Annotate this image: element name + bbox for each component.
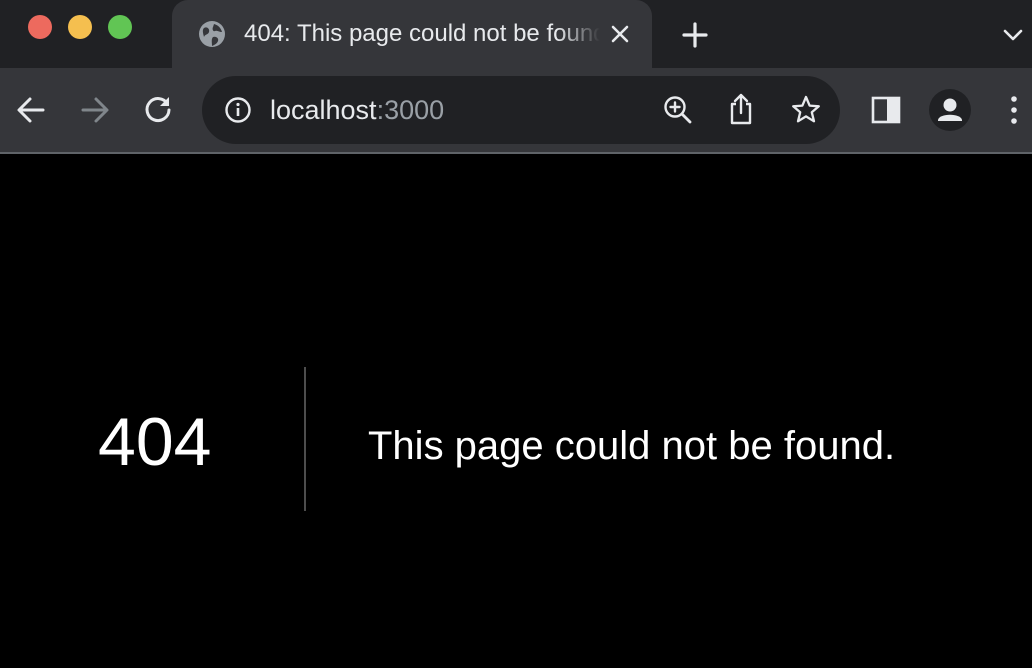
divider — [304, 367, 306, 511]
browser-window: 404: This page could not be found localh… — [0, 0, 1032, 668]
error-status-code: 404 — [98, 404, 212, 480]
address-bar[interactable]: localhost:3000 — [202, 76, 840, 144]
globe-icon — [199, 21, 225, 47]
error-message: This page could not be found. — [368, 424, 896, 468]
plus-icon[interactable] — [680, 20, 710, 50]
minimize-window-button[interactable] — [68, 15, 92, 39]
chevron-down-icon[interactable] — [1000, 22, 1026, 48]
close-icon[interactable] — [608, 22, 632, 46]
tab-strip: 404: This page could not be found — [0, 0, 1032, 68]
maximize-window-button[interactable] — [108, 15, 132, 39]
more-vertical-icon[interactable] — [1004, 93, 1024, 127]
forward-arrow-icon[interactable] — [78, 93, 112, 127]
side-panel-icon[interactable] — [870, 94, 902, 126]
share-icon[interactable] — [726, 92, 756, 126]
info-icon[interactable] — [224, 96, 252, 124]
profile-icon[interactable] — [928, 88, 972, 132]
url-text: localhost:3000 — [270, 94, 444, 126]
tab-title: 404: This page could not be found — [244, 20, 600, 47]
zoom-in-icon[interactable] — [662, 94, 694, 126]
back-arrow-icon[interactable] — [14, 93, 48, 127]
page-content: 404 This page could not be found. — [0, 154, 1032, 668]
star-icon[interactable] — [790, 94, 822, 126]
browser-toolbar: localhost:3000 — [0, 68, 1032, 154]
url-host: localhost — [270, 95, 377, 125]
active-tab[interactable]: 404: This page could not be found — [172, 0, 652, 68]
close-window-button[interactable] — [28, 15, 52, 39]
reload-icon[interactable] — [141, 93, 175, 127]
url-port: :3000 — [376, 95, 445, 125]
